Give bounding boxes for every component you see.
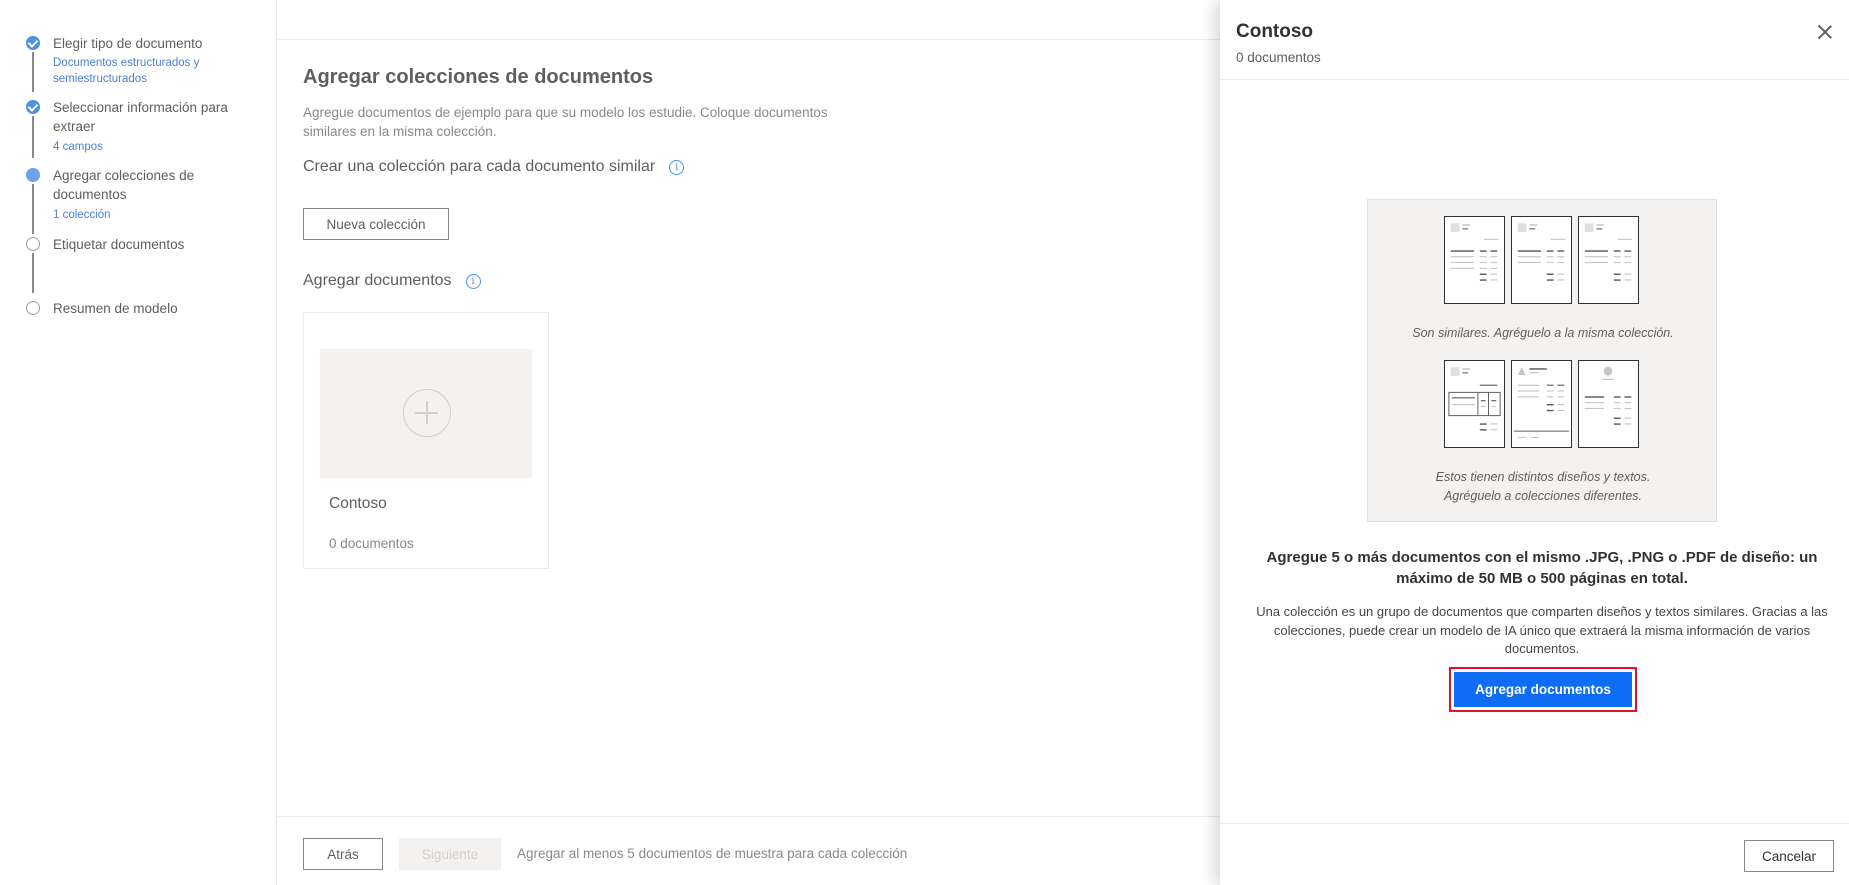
panel-title: Contoso (1236, 21, 1314, 42)
new-collection-button[interactable]: Nueva colección (303, 208, 449, 240)
page-title: Agregar colecciones de documentos (303, 66, 654, 88)
collection-document-count: 0 documentos (329, 536, 414, 551)
step-title: Etiquetar documentos (53, 237, 185, 252)
pending-step-dot (26, 237, 40, 251)
add-documents-heading: Agregar documentos i (303, 272, 481, 290)
info-icon[interactable]: i (669, 159, 685, 175)
document-icon (1578, 360, 1639, 448)
similar-documents-row (1444, 216, 1639, 304)
different-caption-1: Estos tienen distintos diseños y textos. (1435, 470, 1651, 484)
collection-name: Contoso (329, 495, 387, 512)
next-button[interactable]: Siguiente (399, 838, 501, 870)
close-icon[interactable] (1815, 22, 1835, 42)
document-icon (1511, 216, 1572, 304)
step-subtitle: Documentos estructurados y semiestructur… (53, 57, 200, 85)
collection-thumbnail[interactable] (320, 349, 532, 478)
collection-card[interactable]: Contoso 0 documentos (303, 312, 549, 569)
pending-step-dot (26, 301, 40, 315)
collection-heading: Crear una colección para cada documento … (303, 158, 685, 176)
similar-caption: Son similares. Agréguelo a la misma cole… (1412, 326, 1674, 340)
panel-subtitle: 0 documentos (1236, 50, 1321, 65)
back-button[interactable]: Atrás (303, 838, 383, 870)
different-caption-2: Agréguelo a colecciones diferentes. (1443, 489, 1643, 503)
panel-header-divider (1220, 79, 1849, 80)
step-title: Elegir tipo de documento (53, 36, 203, 51)
document-icon (1511, 360, 1572, 448)
step-connector (32, 253, 34, 293)
info-icon[interactable]: i (465, 273, 481, 289)
panel-footer-divider (1220, 823, 1849, 824)
step-title: Agregar colecciones de documentos (53, 168, 195, 202)
collection-heading-text: Crear una colección para cada documento … (303, 158, 656, 175)
step-connector (32, 116, 34, 158)
collection-panel: Contoso 0 documentos Son similares. Agré… (1220, 0, 1849, 885)
check-icon (26, 100, 40, 114)
step-subtitle: 4 campos (53, 141, 103, 153)
requirement-text: Agregue 5 o más documentos con el mismo … (1266, 549, 1818, 587)
collection-explanation: Una colección es un grupo de documentos … (1256, 604, 1828, 656)
step-title: Resumen de modelo (53, 301, 178, 316)
step-subtitle: 1 colección (53, 209, 111, 221)
footer-divider (278, 816, 1220, 817)
step-title: Seleccionar información para extraer (53, 100, 228, 134)
header-divider (278, 39, 1220, 40)
cancel-button[interactable]: Cancelar (1744, 840, 1834, 872)
document-icon (1444, 360, 1505, 448)
different-documents-row (1444, 360, 1639, 448)
page-description: Agregue documentos de ejemplo para que s… (303, 105, 828, 139)
collection-illustration: Son similares. Agréguelo a la misma cole… (1367, 199, 1717, 522)
plus-icon[interactable] (403, 389, 451, 437)
highlight-frame: Agregar documentos (1449, 667, 1637, 712)
add-documents-button[interactable]: Agregar documentos (1454, 672, 1632, 707)
document-icon (1444, 216, 1505, 304)
current-step-dot (26, 168, 40, 182)
step-connector (32, 52, 34, 92)
wizard-stepper: Elegir tipo de documento Documentos estr… (0, 0, 277, 885)
step-connector (32, 184, 34, 234)
check-icon (26, 36, 40, 50)
document-icon (1578, 216, 1639, 304)
add-documents-heading-text: Agregar documentos (303, 272, 452, 289)
footer-note: Agregar al menos 5 documentos de muestra… (517, 846, 908, 861)
